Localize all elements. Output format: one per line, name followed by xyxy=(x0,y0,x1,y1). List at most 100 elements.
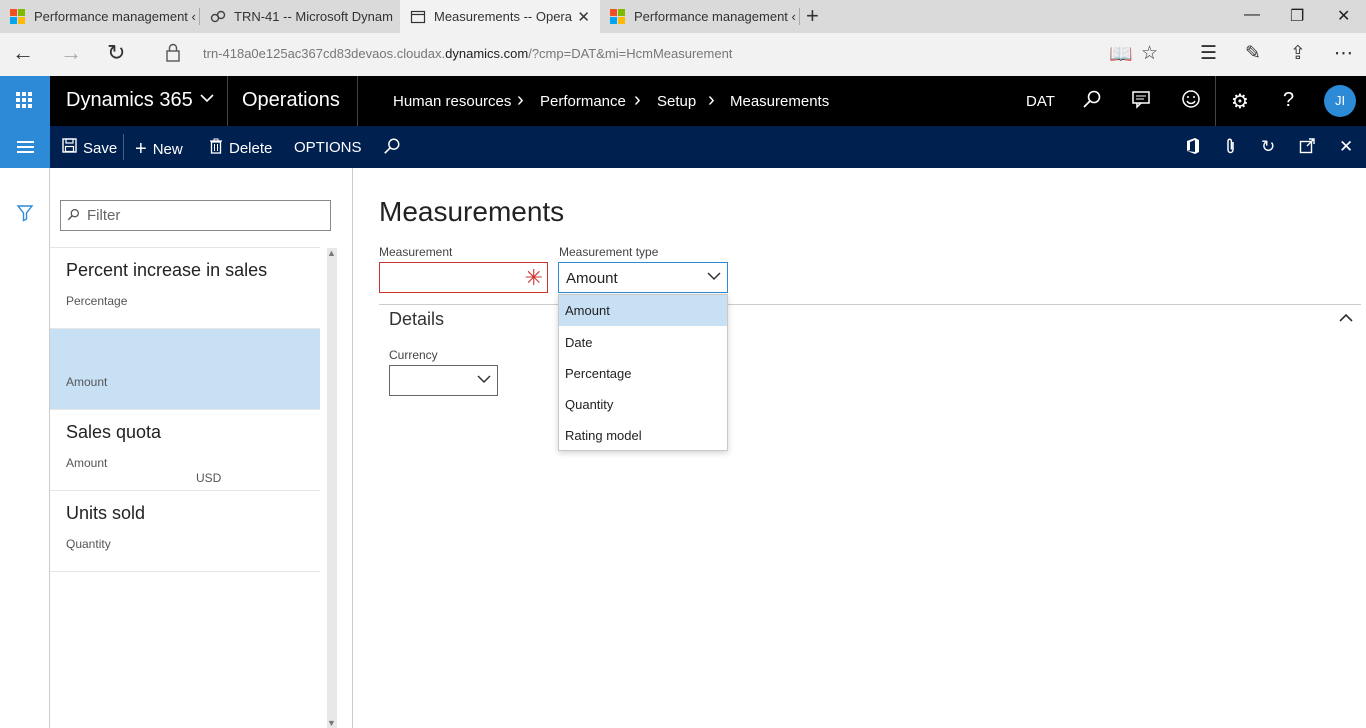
dropdown-option-date[interactable]: Date xyxy=(559,327,727,358)
list-item[interactable]: Sales quota Amount USD xyxy=(50,410,320,491)
module-name[interactable]: Operations xyxy=(242,89,340,112)
filter-pane-toggle xyxy=(0,168,50,728)
back-arrow-icon[interactable]: ← xyxy=(12,41,34,65)
address-bar: ← → ↻ trn-418a0e125ac367cd83devaos.cloud… xyxy=(0,33,1366,76)
share-icon[interactable]: ⇪ xyxy=(1290,42,1306,65)
record-list-pane: Percent increase in sales Percentage Amo… xyxy=(50,168,353,728)
help-icon[interactable]: ? xyxy=(1283,89,1294,112)
options-tab[interactable]: OPTIONS xyxy=(294,139,362,156)
save-button[interactable]: Save xyxy=(62,138,117,158)
breadcrumb-performance[interactable]: Performance xyxy=(540,93,626,110)
browser-tab-performance-management-2[interactable]: Performance management ‹ xyxy=(600,0,800,33)
top-navigation-bar: Dynamics 365 Operations Human resources … xyxy=(0,76,1366,126)
chevron-down-icon[interactable] xyxy=(199,90,215,111)
app-launcher-waffle-icon[interactable] xyxy=(0,76,50,126)
search-icon xyxy=(67,208,80,224)
close-icon[interactable]: ✕ xyxy=(1339,137,1353,157)
list-item-title: Units sold xyxy=(66,503,146,523)
browser-tab-measurements[interactable]: Measurements -- Opera ✕ xyxy=(400,0,600,33)
reading-view-icon[interactable]: 📖 xyxy=(1109,42,1133,66)
open-new-window-icon[interactable] xyxy=(1299,137,1316,159)
delete-button[interactable]: Delete xyxy=(209,138,272,159)
list-scrollbar[interactable]: ▲ ▼ xyxy=(327,248,337,728)
new-button[interactable]: + New xyxy=(135,138,183,161)
list-item[interactable]: Units sold Quantity xyxy=(50,491,320,572)
refresh-icon[interactable]: ↻ xyxy=(1261,137,1275,157)
breadcrumb-human-resources[interactable]: Human resources xyxy=(393,93,511,110)
measurement-input[interactable] xyxy=(380,263,520,292)
required-asterisk-icon: ✳ xyxy=(524,265,543,290)
new-tab-button[interactable]: + xyxy=(806,4,819,28)
list-item-title: Percent increase in sales xyxy=(66,260,268,280)
delete-label: Delete xyxy=(229,140,273,157)
list-item[interactable]: Percent increase in sales Percentage xyxy=(50,248,320,329)
list-item-currency: USD xyxy=(196,471,222,485)
company-picker[interactable]: DAT xyxy=(1026,93,1055,110)
search-icon[interactable] xyxy=(1082,89,1102,115)
url-field[interactable]: trn-418a0e125ac367cd83devaos.cloudax.dyn… xyxy=(203,46,732,61)
list-item-type: Percentage xyxy=(66,294,128,308)
page-title: Measurements xyxy=(379,196,565,227)
feedback-smiley-icon[interactable] xyxy=(1181,89,1201,115)
minimize-icon[interactable]: — xyxy=(1244,6,1260,24)
chevron-right-icon: › xyxy=(708,89,715,111)
breadcrumb-setup[interactable]: Setup xyxy=(657,93,696,110)
dropdown-option-rating-model[interactable]: Rating model xyxy=(559,420,727,451)
list-item-selected[interactable]: Amount xyxy=(50,329,320,410)
search-icon[interactable] xyxy=(383,137,401,160)
scroll-down-icon[interactable]: ▼ xyxy=(327,718,336,728)
filter-funnel-icon[interactable] xyxy=(16,204,34,222)
list-item-title: Sales quota xyxy=(66,422,162,442)
chevron-up-icon[interactable] xyxy=(1338,310,1354,326)
list-item-type: Quantity xyxy=(66,537,111,551)
avatar[interactable]: JI xyxy=(1324,85,1356,117)
list-filter[interactable] xyxy=(60,200,331,231)
link-icon xyxy=(210,9,226,25)
dropdown-option-percentage[interactable]: Percentage xyxy=(559,358,727,389)
more-icon[interactable]: ⋯ xyxy=(1334,42,1353,65)
web-note-icon[interactable]: ✎ xyxy=(1245,42,1261,65)
settings-gear-icon[interactable]: ⚙ xyxy=(1231,89,1249,114)
list-item-type: Amount xyxy=(66,375,108,389)
dropdown-option-amount[interactable]: Amount xyxy=(559,295,727,326)
attachment-paperclip-icon[interactable] xyxy=(1224,137,1238,160)
measurement-type-value: Amount xyxy=(566,270,618,287)
message-center-icon[interactable] xyxy=(1131,89,1151,115)
dropdown-option-quantity[interactable]: Quantity xyxy=(559,389,727,420)
measurement-field[interactable]: ✳ xyxy=(379,262,548,293)
currency-label: Currency xyxy=(389,348,438,362)
navigation-menu-icon[interactable] xyxy=(0,126,50,168)
favorite-star-icon[interactable]: ☆ xyxy=(1141,42,1158,65)
save-label: Save xyxy=(83,139,118,157)
browser-tab-trn-41[interactable]: TRN-41 -- Microsoft Dynam xyxy=(200,0,400,33)
chevron-right-icon: › xyxy=(517,89,524,111)
tab-title: Performance management ‹ xyxy=(634,9,796,24)
close-window-icon[interactable]: ✕ xyxy=(1337,6,1350,26)
tab-title: Performance management ‹ xyxy=(34,9,196,24)
chevron-down-icon[interactable] xyxy=(475,370,493,388)
office-icon[interactable] xyxy=(1185,137,1201,160)
measurement-label: Measurement xyxy=(379,245,453,259)
hub-icon[interactable]: ☰ xyxy=(1200,42,1217,65)
refresh-icon[interactable]: ↻ xyxy=(107,41,125,65)
currency-select[interactable] xyxy=(389,365,498,396)
filter-input[interactable] xyxy=(87,204,327,227)
chevron-right-icon: › xyxy=(634,89,641,111)
ms-logo-icon xyxy=(610,8,626,25)
restore-icon[interactable]: ❐ xyxy=(1290,6,1304,26)
forward-arrow-icon[interactable]: → xyxy=(60,41,82,65)
tab-title: TRN-41 -- Microsoft Dynam xyxy=(234,9,393,24)
details-fasttab-header[interactable]: Details xyxy=(389,309,444,330)
scroll-up-icon[interactable]: ▲ xyxy=(327,248,336,258)
chevron-down-icon[interactable] xyxy=(705,267,723,285)
page-icon xyxy=(410,9,426,25)
measurement-type-select[interactable]: Amount xyxy=(558,262,728,293)
close-tab-icon[interactable]: ✕ xyxy=(577,8,590,26)
ms-logo-icon xyxy=(10,8,26,25)
list-item-type: Amount xyxy=(66,456,108,470)
breadcrumb-measurements[interactable]: Measurements xyxy=(730,93,829,110)
lock-icon xyxy=(165,43,181,69)
tab-title: Measurements -- Opera xyxy=(434,9,572,24)
browser-tab-performance-management-1[interactable]: Performance management ‹ xyxy=(0,0,200,33)
product-brand[interactable]: Dynamics 365 xyxy=(66,89,193,112)
